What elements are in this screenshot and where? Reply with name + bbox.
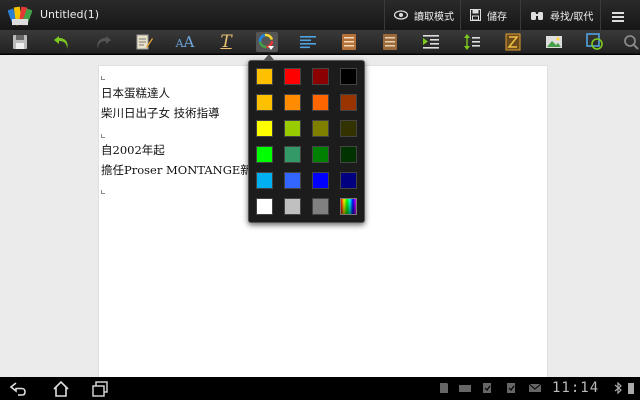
find-replace-button[interactable]: 尋找/取代: [530, 6, 593, 24]
color-swatch[interactable]: [312, 146, 329, 163]
read-mode-label: 讀取模式: [414, 11, 454, 23]
keyboard-icon: [459, 385, 471, 392]
paragraph-mark: [101, 190, 105, 194]
system-nav-bar: 11:14: [0, 377, 640, 400]
paragraph-mark: [101, 76, 105, 80]
color-swatch[interactable]: [256, 172, 273, 189]
color-swatch[interactable]: [312, 172, 329, 189]
eye-icon: [394, 10, 408, 20]
align-icon: [300, 36, 316, 49]
text-line[interactable]: 自2002年起: [101, 142, 165, 158]
font-color-button[interactable]: [256, 32, 278, 52]
font-color-icon: [258, 33, 274, 50]
page-break-button[interactable]: [502, 32, 524, 52]
color-swatch[interactable]: [284, 120, 301, 137]
redo-icon: [97, 36, 111, 49]
color-swatch[interactable]: [284, 94, 301, 111]
insert-image-button[interactable]: [543, 32, 565, 52]
color-spectrum-icon: [341, 199, 356, 214]
save-icon: [13, 35, 27, 49]
insert-shape-button[interactable]: [584, 32, 606, 52]
insert-shape-icon: [586, 33, 603, 50]
color-swatch[interactable]: [256, 68, 273, 85]
color-swatch[interactable]: [284, 198, 301, 215]
edit-note-icon: [136, 34, 153, 50]
status-clock: 11:14: [552, 380, 600, 396]
document-title: Untitled(1): [40, 8, 100, 21]
recent-apps-icon: [92, 380, 108, 397]
color-swatch[interactable]: [256, 94, 273, 111]
sd-card-icon: [440, 383, 448, 393]
font-size-button[interactable]: AA: [174, 32, 196, 52]
save-label: 儲存: [487, 11, 507, 23]
color-swatch[interactable]: [312, 120, 329, 137]
save-document-button[interactable]: 儲存: [470, 6, 507, 24]
align-button[interactable]: [297, 32, 319, 52]
undo-icon: [54, 36, 68, 49]
download-done-icon: [507, 383, 515, 393]
bullet-list-button[interactable]: [338, 32, 360, 52]
line-spacing-button[interactable]: [461, 32, 483, 52]
back-button[interactable]: [8, 379, 30, 398]
color-swatch[interactable]: [340, 120, 357, 137]
recent-apps-button[interactable]: [89, 379, 111, 398]
undo-button[interactable]: [51, 32, 73, 52]
color-swatch[interactable]: [312, 198, 329, 215]
menu-icon: [612, 12, 624, 22]
numbered-list-icon: [383, 34, 397, 50]
color-swatch[interactable]: [256, 198, 273, 215]
font-style-button[interactable]: T: [215, 32, 237, 52]
battery-icon: [628, 383, 634, 394]
color-swatch[interactable]: [340, 146, 357, 163]
text-line[interactable]: 日本蛋糕達人: [101, 85, 170, 101]
format-toolbar: AA T: [0, 30, 640, 54]
color-swatch[interactable]: [340, 94, 357, 111]
search-button[interactable]: [620, 32, 640, 52]
binoculars-icon: [531, 11, 543, 20]
page-break-icon: [505, 33, 521, 51]
save-icon: [470, 9, 481, 21]
insert-image-icon: [546, 36, 562, 48]
line-spacing-icon: [464, 34, 480, 50]
divider: [460, 0, 461, 30]
read-mode-button[interactable]: 讀取模式: [394, 6, 454, 24]
home-button[interactable]: [50, 379, 72, 398]
font-size-icon: AA: [175, 33, 195, 51]
indent-button[interactable]: [420, 32, 442, 52]
email-icon: [529, 383, 541, 392]
divider: [600, 0, 601, 30]
home-icon: [53, 380, 69, 397]
save-tool-button[interactable]: [9, 32, 31, 52]
color-swatch[interactable]: [256, 120, 273, 137]
color-swatch[interactable]: [284, 68, 301, 85]
edit-note-button[interactable]: [133, 32, 155, 52]
color-swatch[interactable]: [256, 146, 273, 163]
font-style-icon: T: [220, 32, 232, 52]
text-line[interactable]: 柴川日出子女 技術指導: [101, 105, 220, 121]
bluetooth-icon: [614, 382, 622, 394]
overflow-menu-button[interactable]: [612, 8, 624, 26]
more-colors-button[interactable]: [340, 198, 357, 215]
app-logo-icon[interactable]: [7, 3, 33, 27]
color-swatch[interactable]: [284, 172, 301, 189]
paragraph-mark: [101, 134, 105, 138]
bullet-list-icon: [342, 34, 356, 50]
color-swatch[interactable]: [284, 146, 301, 163]
clipboard-icon: [483, 383, 491, 393]
font-color-popup: [248, 54, 365, 223]
numbered-list-button[interactable]: [379, 32, 401, 52]
find-replace-label: 尋找/取代: [550, 11, 594, 23]
title-bar: Untitled(1) 讀取模式 儲存 尋找/取代: [0, 0, 640, 30]
color-swatch[interactable]: [312, 68, 329, 85]
color-swatch[interactable]: [340, 68, 357, 85]
back-icon: [10, 381, 26, 396]
divider: [520, 0, 521, 30]
color-swatch[interactable]: [312, 94, 329, 111]
indent-icon: [423, 35, 439, 49]
search-icon: [624, 35, 639, 50]
divider: [384, 0, 385, 30]
redo-button[interactable]: [92, 32, 114, 52]
color-swatch[interactable]: [340, 172, 357, 189]
